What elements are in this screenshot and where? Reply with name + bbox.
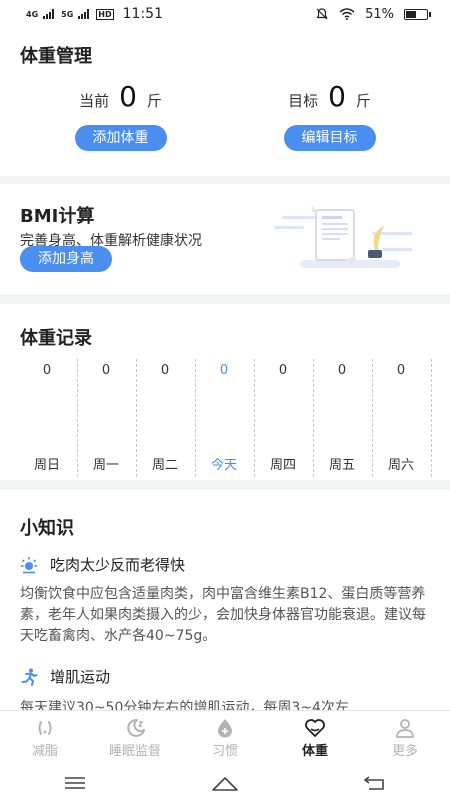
tab-habits[interactable]: 习惯 [180, 711, 270, 766]
weight-record-day[interactable]: 0 周五 [313, 359, 371, 479]
status-time: 11:51 [122, 6, 163, 22]
tab-label-weight: 体重 [301, 744, 328, 759]
target-label: 目标 [288, 92, 319, 110]
weight-record-day-label: 周一 [92, 458, 119, 473]
home-icon[interactable] [211, 774, 239, 792]
wifi-icon [339, 8, 355, 20]
weight-record-day[interactable]: 0 周日 [18, 359, 76, 479]
battery-percent: 51% [365, 6, 394, 22]
tip-body-1: 均衡饮食中应包含适量肉类，肉中富含维生素B12、蛋白质等营养素，老年人如果肉类摄… [20, 586, 426, 644]
status-bar: 4G 5G HD 11:51 51% [0, 0, 450, 28]
weight-records-title: 体重记录 [20, 328, 92, 349]
network-indicator-2: 5G [61, 9, 74, 19]
weight-record-day-label: 周四 [269, 458, 296, 473]
weight-record-day-label: 今天 [210, 458, 237, 473]
menu-icon[interactable] [61, 774, 89, 792]
tab-label-fat-loss: 减脂 [31, 744, 58, 759]
drop-icon [218, 719, 232, 738]
target-unit: 斤 [355, 92, 371, 110]
tip-heading-text-2: 增肌运动 [50, 668, 111, 686]
weight-record-day-label: 周二 [151, 458, 178, 473]
tab-label-habits: 习惯 [211, 744, 238, 759]
battery-icon [404, 8, 431, 20]
target-weight: 目标 0 斤 编辑目标 [217, 80, 442, 151]
weight-records-chart: 0 周日 0 周一 0 周二 0 今天 0 周四 0 周五 0 周六 [0, 359, 450, 479]
weight-management-title: 体重管理 [20, 46, 92, 67]
heart-icon [305, 719, 325, 737]
weight-record-day[interactable]: 0 周二 [136, 359, 194, 479]
target-value: 0 [328, 80, 346, 113]
edit-target-button[interactable]: 编辑目标 [283, 125, 376, 151]
bmi-card: BMI计算 完善身高、体重解析健康状况 添加身高 [0, 184, 450, 294]
current-weight: 当前 0 斤 添加体重 [8, 80, 233, 151]
bmi-title: BMI计算 [20, 206, 95, 227]
tab-fat-loss[interactable]: 减脂 [0, 711, 90, 766]
weight-record-day[interactable]: 0 今天 [195, 359, 253, 479]
mute-icon [316, 8, 328, 20]
weight-record-day-label: 周日 [33, 458, 60, 473]
weight-record-day[interactable]: 0 周一 [77, 359, 135, 479]
back-icon[interactable] [361, 774, 389, 792]
current-unit: 斤 [146, 92, 162, 110]
add-weight-button[interactable]: 添加体重 [74, 125, 167, 151]
weight-record-day[interactable]: 0 周六 [372, 359, 430, 479]
current-label: 当前 [79, 92, 110, 110]
tip-heading-text-1: 吃肉太少反而老得快 [50, 556, 186, 574]
signal-icon [43, 9, 55, 19]
document-illustration-icon [274, 206, 412, 268]
moon-icon [127, 718, 145, 737]
add-height-button[interactable]: 添加身高 [20, 246, 112, 272]
bottom-tab-bar: 减脂 睡眠监督 习惯 体重 更多 [0, 710, 450, 766]
weight-record-value: 0 [337, 363, 347, 378]
weight-records-card: 体重记录 0 周日 0 周一 0 周二 0 今天 0 周四 0 周五 0 周六 [0, 304, 450, 480]
weight-record-day-label: 周六 [387, 458, 414, 473]
running-icon [21, 668, 38, 686]
weight-record-divider [431, 359, 432, 477]
fat-loss-icon [38, 721, 52, 735]
weight-record-value: 0 [160, 363, 170, 378]
weight-record-day[interactable]: 0 周四 [254, 359, 312, 479]
tab-sleep-monitor[interactable]: 睡眠监督 [90, 711, 180, 766]
tab-label-more: 更多 [391, 744, 418, 759]
person-icon [396, 719, 414, 738]
current-value: 0 [119, 80, 137, 113]
tab-more[interactable]: 更多 [360, 711, 450, 766]
hd-indicator: HD [96, 8, 114, 20]
tips-card: 小知识 吃肉太少反而老得快 均衡饮食中应包含适量肉类，肉中富含维生素B12、蛋白… [0, 490, 450, 716]
tab-label-sleep-monitor: 睡眠监督 [108, 744, 161, 759]
weight-record-value: 0 [396, 363, 406, 378]
weight-record-value: 0 [219, 363, 229, 378]
weight-management-card: 体重管理 当前 0 斤 添加体重 目标 0 斤 编辑目标 [0, 28, 450, 176]
weight-record-value: 0 [101, 363, 111, 378]
weight-record-value: 0 [278, 363, 288, 378]
tip-heading-1: 吃肉太少反而老得快 [20, 554, 185, 575]
weight-record-day-label: 周五 [328, 458, 355, 473]
weight-record-value: 0 [42, 363, 52, 378]
tip-heading-2: 增肌运动 [20, 666, 110, 687]
system-navigation-bar [0, 766, 450, 800]
tips-title: 小知识 [20, 518, 74, 539]
network-indicator-1: 4G [26, 9, 39, 19]
signal-icon-2 [78, 9, 90, 19]
sun-icon [21, 556, 37, 573]
tab-weight[interactable]: 体重 [270, 711, 360, 766]
